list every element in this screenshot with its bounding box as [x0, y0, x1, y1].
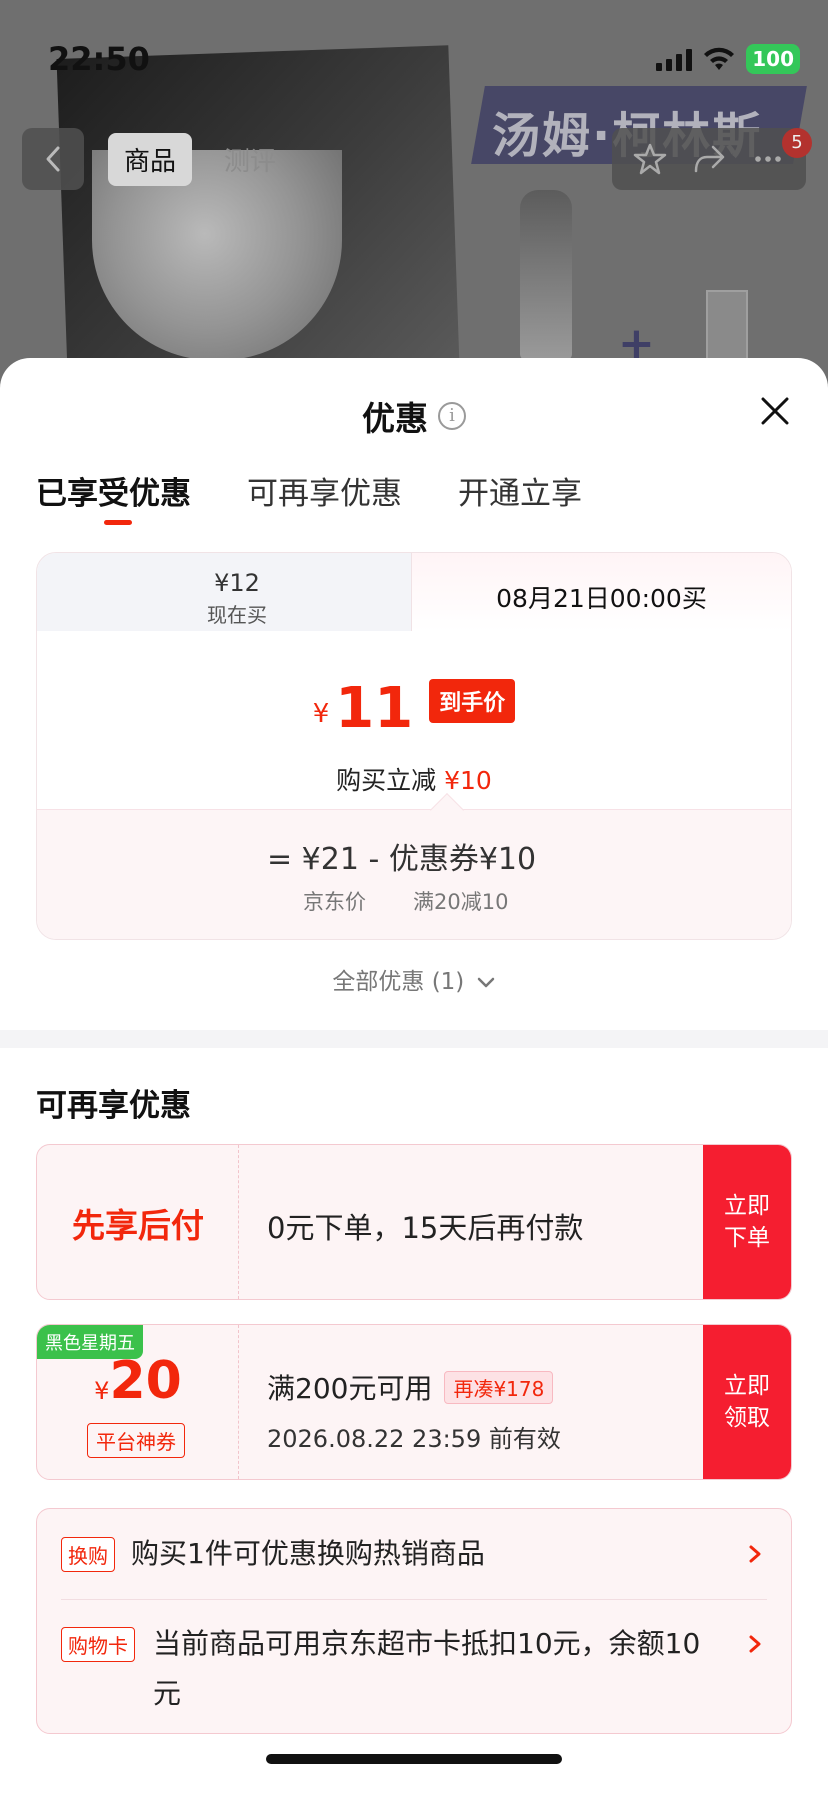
- all-offers-label: 全部优惠 (1): [332, 969, 465, 995]
- nav-actions: [612, 128, 806, 190]
- close-icon[interactable]: [750, 386, 800, 436]
- tab-enjoyed-offers[interactable]: 已享受优惠: [36, 468, 191, 528]
- jd-price-label: 京东价: [303, 890, 366, 914]
- tab-more-offers[interactable]: 可再享优惠: [247, 468, 402, 528]
- chevron-left-icon: [46, 146, 60, 172]
- buy-now-tab[interactable]: ¥12 现在买: [37, 553, 437, 631]
- price-card: ¥12 现在买 08月21日00:00买 ¥ 11 到手价 购买立减 ¥10 =…: [36, 552, 792, 940]
- final-price-tag: 到手价: [429, 679, 516, 723]
- final-price: 11: [335, 676, 414, 741]
- tab-activate-offers[interactable]: 开通立享: [458, 468, 582, 528]
- tab-product[interactable]: 商品: [108, 132, 193, 186]
- promo-list: 换购 购买1件可优惠换购热销商品 购物卡 当前商品可用京东超市卡抵扣10元，余额…: [36, 1508, 792, 1734]
- exchange-tag: 换购: [61, 1537, 115, 1572]
- coupon-extra-tag: 再凑¥178: [444, 1370, 554, 1404]
- coupon-amount: ¥ 20: [37, 1351, 239, 1411]
- product-page-background: 汤姆·柯林斯 + 22:50 100 商品 测评 5: [0, 0, 828, 420]
- home-indicator: [266, 1754, 562, 1764]
- chevron-right-icon: [749, 1635, 761, 1653]
- pay-later-offer[interactable]: 先享后付 0元下单，15天后再付款 立即下单: [36, 1144, 792, 1300]
- section-title: 可再享优惠: [36, 1088, 191, 1124]
- sheet-header: 优惠 i: [0, 358, 828, 468]
- coupon-value: 20: [109, 1351, 182, 1411]
- notification-badge: 5: [782, 128, 812, 158]
- sheet-title: 优惠: [362, 399, 428, 438]
- back-button[interactable]: [22, 128, 84, 190]
- wifi-icon: [704, 47, 735, 70]
- promo-row-shopping-card[interactable]: 购物卡 当前商品可用京东超市卡抵扣10元，余额10元: [61, 1627, 767, 1717]
- status-time: 22:50: [48, 40, 150, 78]
- star-icon[interactable]: [632, 141, 668, 177]
- order-now-label: 立即下单: [724, 1193, 770, 1251]
- instant-discount: 购买立减 ¥10: [37, 761, 791, 797]
- tab-review[interactable]: 测评: [208, 133, 292, 186]
- order-now-button[interactable]: 立即下单: [703, 1145, 791, 1299]
- buy-now-price: ¥12: [214, 569, 260, 597]
- section-divider: [0, 1030, 828, 1048]
- claim-now-button[interactable]: 立即领取: [703, 1325, 791, 1479]
- buy-now-label: 现在买: [207, 603, 267, 627]
- platform-coupon-offer[interactable]: 黑色星期五 ¥ 20 平台神券 满200元可用 再凑¥178 2026.08.2…: [36, 1324, 792, 1480]
- price-breakdown: = ¥21 - 优惠券¥10 京东价 满20减10: [37, 793, 791, 939]
- offers-sheet: 优惠 i 已享受优惠 可再享优惠 开通立享 ¥12 现在买 08月21日00:0…: [0, 358, 828, 1793]
- chevron-right-icon: [749, 1545, 761, 1563]
- cellular-signal-icon: [656, 47, 693, 71]
- all-offers-toggle[interactable]: 全部优惠 (1): [0, 962, 828, 996]
- share-icon[interactable]: [691, 141, 727, 177]
- final-price-row: ¥ 11 到手价: [37, 679, 791, 737]
- more-icon[interactable]: [750, 141, 786, 177]
- currency-symbol: ¥: [312, 699, 330, 729]
- pay-later-description: 0元下单，15天后再付款: [267, 1211, 584, 1245]
- bottle-image: [520, 190, 572, 360]
- claim-now-label: 立即领取: [724, 1373, 770, 1431]
- coupon-type-label: 平台神券: [87, 1423, 185, 1458]
- status-icons: 100: [656, 44, 800, 74]
- offer-tabs: 已享受优惠 可再享优惠 开通立享: [0, 468, 828, 548]
- chevron-down-icon: [477, 977, 494, 987]
- battery-indicator: 100: [746, 44, 800, 74]
- shopping-card-text: 当前商品可用京东超市卡抵扣10元，余额10元: [153, 1627, 701, 1710]
- exchange-text: 购买1件可优惠换购热销商品: [131, 1537, 485, 1570]
- pay-later-title: 先享后付: [72, 1206, 204, 1245]
- price-formula: = ¥21 - 优惠券¥10: [267, 842, 537, 877]
- instant-discount-label: 购买立减: [336, 766, 437, 795]
- scheduled-buy-tab[interactable]: 08月21日00:00买: [411, 553, 791, 631]
- instant-discount-value: ¥10: [444, 766, 492, 795]
- coupon-validity: 2026.08.22 23:59 前有效: [267, 1425, 561, 1453]
- coupon-condition-row: 满200元可用 再凑¥178: [267, 1367, 554, 1407]
- info-icon[interactable]: i: [438, 402, 466, 430]
- sheet-title-row: 优惠 i: [0, 392, 828, 440]
- shopping-card-tag: 购物卡: [61, 1627, 135, 1662]
- coupon-currency: ¥: [94, 1377, 110, 1405]
- coupon-condition-label: 满20减10: [413, 890, 509, 914]
- final-price-area: ¥ 11 到手价 购买立减 ¥10: [37, 631, 791, 809]
- coupon-condition: 满200元可用: [267, 1372, 433, 1405]
- promo-divider: [61, 1599, 767, 1600]
- product-tabs: 商品 测评: [108, 128, 292, 190]
- scheduled-buy-label: 08月21日00:00买: [496, 584, 707, 613]
- promo-row-exchange[interactable]: 换购 购买1件可优惠换购热销商品: [61, 1537, 767, 1577]
